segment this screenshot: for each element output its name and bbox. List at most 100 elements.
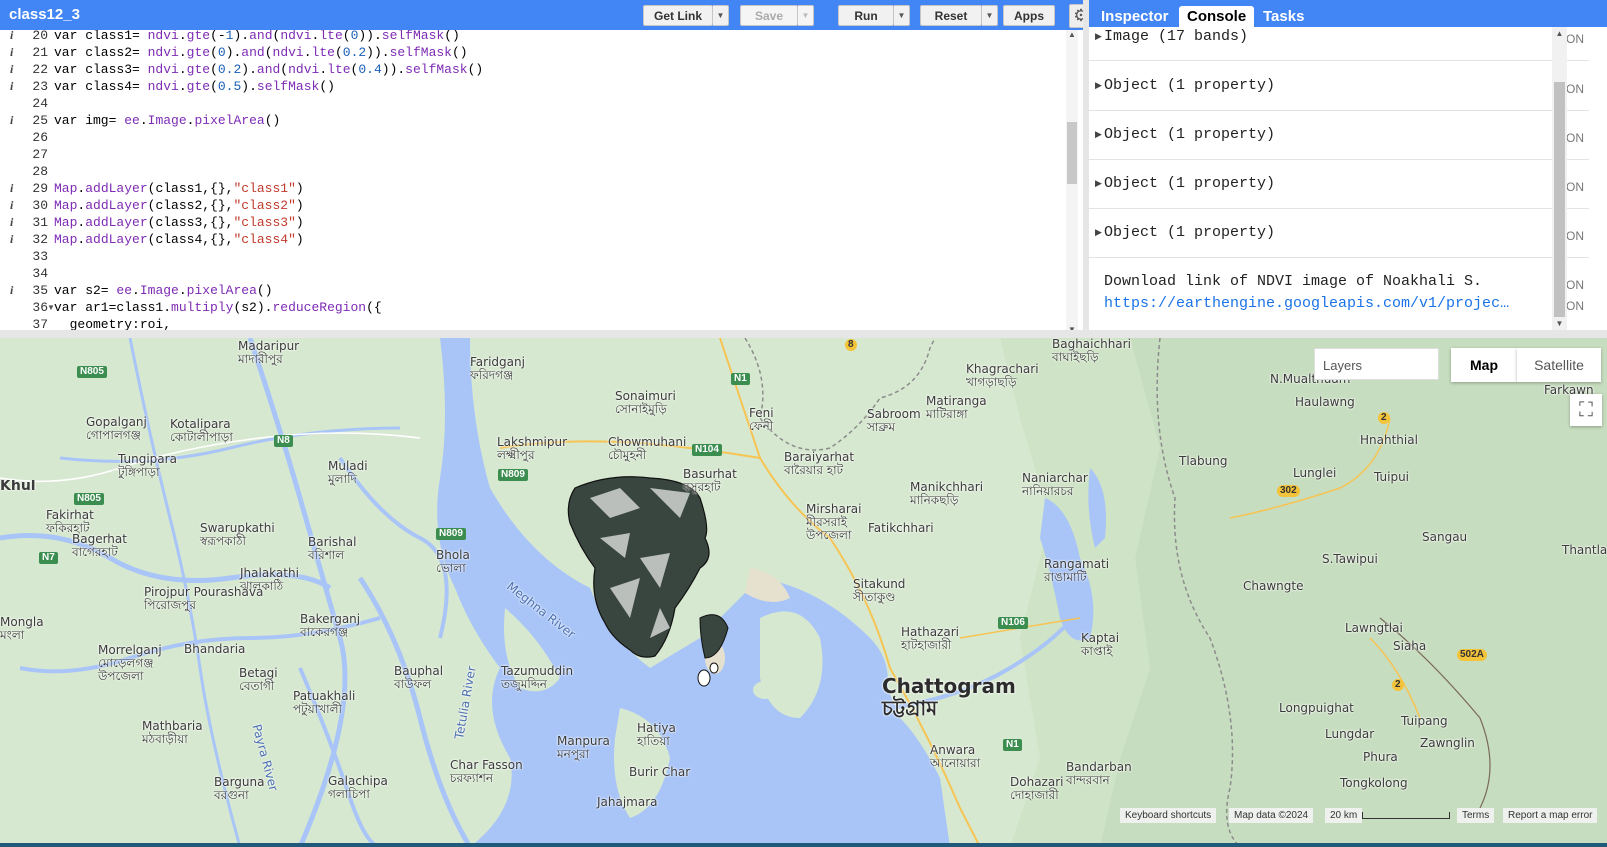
code-line[interactable]: var class2= ndvi.gte(0).and(ndvi.lte(0.2…: [54, 44, 468, 61]
map-type-map-button[interactable]: Map: [1451, 348, 1517, 382]
reset-dropdown[interactable]: ▼: [982, 5, 998, 26]
run-button[interactable]: Run: [838, 5, 894, 26]
code-line[interactable]: var class3= ndvi.gte(0.2).and(ndvi.lte(0…: [54, 61, 483, 78]
code-line[interactable]: var img= ee.Image.pixelArea(): [54, 112, 280, 129]
expand-arrow-icon[interactable]: ▶: [1095, 227, 1102, 238]
terms-link[interactable]: Terms: [1457, 808, 1495, 823]
tab-tasks[interactable]: Tasks: [1255, 6, 1312, 27]
map-label: Sonaimuri সোনাইমুড়ি: [615, 389, 676, 416]
map-label: Lawngtlai: [1345, 621, 1403, 635]
code-line[interactable]: var ar1=class1.multiply(s2).reduceRegion…: [54, 299, 382, 316]
map-label: Bakerganj বাকেরগঞ্জ: [300, 612, 361, 639]
info-icon[interactable]: i: [10, 282, 13, 299]
tab-console[interactable]: Console: [1179, 6, 1255, 27]
map-label: Tuipang: [1401, 714, 1448, 728]
map-label: Muladi মুলাদি: [328, 459, 368, 486]
save-dropdown[interactable]: ▼: [798, 5, 814, 26]
info-icon[interactable]: i: [10, 197, 13, 214]
map-label: Longpuighat: [1279, 701, 1354, 715]
expand-arrow-icon[interactable]: ▶: [1095, 80, 1102, 91]
console-entry-label: Object (1 property): [1104, 126, 1276, 143]
road-shield: N7: [39, 552, 58, 564]
map-label: Phura: [1363, 750, 1398, 764]
info-icon[interactable]: i: [10, 78, 13, 95]
map-label: Galachipa গলাচিপা: [328, 774, 388, 801]
info-icon[interactable]: i: [10, 214, 13, 231]
line-number: 28: [32, 164, 48, 179]
map-label: Kaptai কাপ্তাই: [1081, 631, 1120, 658]
download-link[interactable]: https://earthengine.googleapis.com/v1/pr…: [1104, 295, 1512, 312]
reset-button[interactable]: Reset: [920, 5, 982, 26]
info-icon[interactable]: i: [10, 112, 13, 129]
road-shield: N1: [731, 373, 750, 385]
map-label: Barguna বরগুনা: [214, 775, 265, 802]
map-label: Baghaichhari বাঘাইছড়ি: [1052, 338, 1131, 364]
info-icon[interactable]: i: [10, 30, 13, 44]
get-link-button[interactable]: Get Link: [643, 5, 713, 26]
fold-arrow-icon[interactable]: ▼: [47, 299, 54, 316]
save-button[interactable]: Save: [740, 5, 798, 26]
console-entry-label: Object (1 property): [1104, 224, 1276, 241]
line-number: 33: [32, 249, 48, 264]
line-number: 30: [32, 198, 48, 213]
map-label: Hnahthial: [1360, 433, 1418, 447]
fullscreen-button[interactable]: ⛶: [1570, 394, 1602, 426]
map-type-satellite-button[interactable]: Satellite: [1517, 348, 1601, 382]
run-dropdown[interactable]: ▼: [894, 5, 910, 26]
info-icon[interactable]: i: [10, 180, 13, 197]
expand-arrow-icon[interactable]: ▶: [1095, 31, 1102, 42]
get-link-dropdown[interactable]: ▼: [713, 5, 729, 26]
console-entry[interactable]: ▶ Object (1 property) JSON: [1089, 209, 1589, 258]
line-number: 26: [32, 130, 48, 145]
console-entry[interactable]: ▶ Object (1 property) JSON: [1089, 160, 1589, 209]
road-shield: N805: [74, 493, 104, 505]
console-entry[interactable]: ▶ Object (1 property) JSON: [1089, 111, 1589, 160]
expand-arrow-icon[interactable]: ▶: [1095, 178, 1102, 189]
code-area[interactable]: var class1= ndvi.gte(-1).and(ndvi.lte(0)…: [54, 30, 1074, 334]
map-label: Matiranga মাটিরাঙ্গা: [926, 394, 987, 421]
report-error-link[interactable]: Report a map error: [1503, 808, 1598, 823]
apps-button[interactable]: Apps: [1003, 5, 1055, 26]
console-scrollbar[interactable]: ▲ ▼: [1552, 27, 1567, 330]
horizontal-splitter[interactable]: [0, 330, 1607, 338]
line-number: 35: [32, 283, 48, 298]
line-number: 36: [32, 300, 48, 315]
app-root: class12_3 Get Link ▼ Save ▼ Run ▼ Reset …: [0, 0, 1607, 847]
map-canvas[interactable]: Madaripur মাদারীপুর Faridganj ফরিদগঞ্জ Son…: [0, 338, 1607, 847]
console-entry[interactable]: ▶ Image (17 bands) JSON: [1089, 27, 1589, 61]
road-shield: N104: [692, 444, 722, 456]
map-label: Tlabung: [1179, 454, 1228, 468]
line-number: 21: [32, 45, 48, 60]
scroll-down-icon[interactable]: ▼: [1552, 319, 1567, 328]
scrollbar-thumb[interactable]: [1067, 122, 1077, 184]
scroll-up-icon[interactable]: ▲: [1066, 30, 1078, 39]
console-entry[interactable]: ▶ Object (1 property) JSON: [1089, 61, 1589, 111]
map-label: Lakshmipur লক্ষ্মীপুর: [497, 435, 568, 462]
map-label: Thantla: [1562, 544, 1607, 557]
code-line[interactable]: Map.addLayer(class1,{},"class1"): [54, 180, 304, 197]
code-line[interactable]: var class1= ndvi.gte(-1).and(ndvi.lte(0)…: [54, 30, 460, 44]
layers-button[interactable]: Layers: [1314, 348, 1439, 380]
code-line[interactable]: Map.addLayer(class4,{},"class4"): [54, 231, 304, 248]
scroll-up-icon[interactable]: ▲: [1552, 29, 1567, 38]
expand-arrow-icon[interactable]: ▶: [1095, 129, 1102, 140]
info-icon[interactable]: i: [10, 44, 13, 61]
tab-inspector[interactable]: Inspector: [1093, 6, 1177, 27]
code-line[interactable]: Map.addLayer(class2,{},"class2"): [54, 197, 304, 214]
map-label: Burir Char: [629, 765, 691, 779]
map-label: Swarupkathi স্বরূপকাঠী: [200, 521, 275, 548]
script-title[interactable]: class12_3: [9, 6, 80, 23]
code-line[interactable]: Map.addLayer(class3,{},"class3"): [54, 214, 304, 231]
scrollbar-thumb[interactable]: [1554, 82, 1565, 317]
line-number: 32: [32, 232, 48, 247]
scale-label[interactable]: 20 km: [1325, 808, 1363, 823]
line-number: 20: [32, 30, 48, 43]
road-shield: 302: [1277, 485, 1300, 497]
keyboard-shortcuts-link[interactable]: Keyboard shortcuts: [1120, 808, 1217, 823]
info-icon[interactable]: i: [10, 61, 13, 78]
code-line[interactable]: var s2= ee.Image.pixelArea(): [54, 282, 273, 299]
map-label: Sitakund সীতাকুণ্ড: [853, 577, 906, 604]
info-icon[interactable]: i: [10, 231, 13, 248]
editor-scrollbar[interactable]: ▲ ▼: [1066, 30, 1078, 334]
code-line[interactable]: var class4= ndvi.gte(0.5).selfMask(): [54, 78, 335, 95]
